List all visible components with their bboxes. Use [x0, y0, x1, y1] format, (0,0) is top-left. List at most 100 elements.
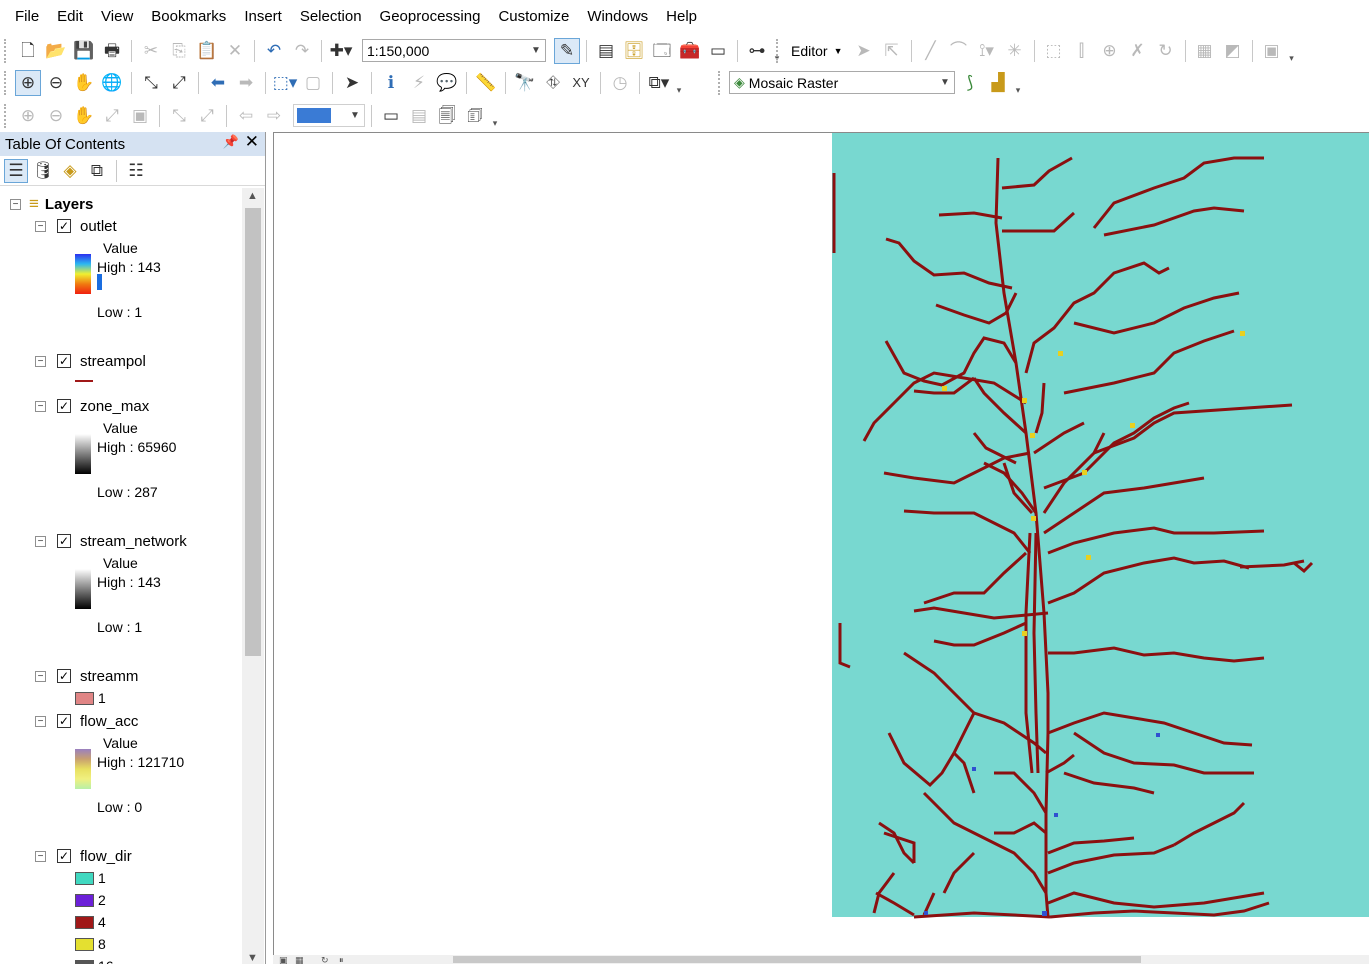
rotate-icon[interactable]: ↻ — [1153, 38, 1179, 64]
toc-vertical-scrollbar[interactable]: ▲ ▼ — [242, 188, 264, 964]
clear-selection-icon[interactable]: ▢ — [300, 70, 326, 96]
collapse-icon[interactable]: − — [35, 670, 46, 682]
reshape-icon[interactable]: ⫿ — [1069, 38, 1095, 64]
collapse-icon[interactable]: − — [35, 220, 46, 232]
layout-zoom-in-icon[interactable]: ⊕ — [15, 103, 41, 129]
paste-icon[interactable]: 📋 — [194, 38, 220, 64]
toolbar-grip[interactable] — [718, 70, 724, 95]
scroll-up-icon[interactable]: ▲ — [247, 190, 258, 202]
toolbar-overflow-icon[interactable]: ▾ — [490, 103, 500, 129]
delete-icon[interactable]: ✕ — [222, 38, 248, 64]
scroll-down-icon[interactable]: ▼ — [247, 952, 258, 964]
time-slider-icon[interactable]: ◷ — [607, 70, 633, 96]
undo-icon[interactable]: ↶ — [261, 38, 287, 64]
visibility-checkbox[interactable]: ✓ — [57, 219, 71, 233]
layer-flow-dir[interactable]: − ✓ flow_dir — [35, 846, 132, 866]
scroll-thumb[interactable] — [245, 208, 261, 656]
menu-file[interactable]: File — [6, 0, 48, 34]
attributes-icon[interactable]: ▦ — [1192, 38, 1218, 64]
map-horizontal-scrollbar[interactable]: ▣ ▦ ↻ ⏸ — [273, 955, 1369, 964]
new-document-icon[interactable]: 🗋 — [15, 38, 41, 64]
toolbar-grip[interactable] — [4, 38, 10, 63]
menu-help[interactable]: Help — [657, 0, 706, 34]
python-window-icon[interactable]: ▭ — [705, 38, 731, 64]
split-icon[interactable]: ✗ — [1125, 38, 1151, 64]
list-by-drawing-order-icon[interactable]: ☰ — [4, 158, 28, 183]
layers-root[interactable]: − ≡ Layers — [10, 194, 93, 214]
redo-icon[interactable]: ↷ — [289, 38, 315, 64]
full-extent-icon[interactable]: 🌐 — [99, 70, 125, 96]
toolbar-overflow-icon[interactable]: ▾ — [1287, 38, 1297, 64]
find-route-icon[interactable]: ⛗ — [540, 70, 566, 96]
save-icon[interactable]: 💾 — [71, 38, 97, 64]
visibility-checkbox[interactable]: ✓ — [57, 534, 71, 548]
edit-tool-icon[interactable]: ➤ — [851, 38, 877, 64]
create-features-icon[interactable]: ▣ — [1259, 38, 1285, 64]
zoom-whole-page-icon[interactable]: ⤢ — [99, 103, 125, 129]
visibility-checkbox[interactable]: ✓ — [57, 849, 71, 863]
modelbuilder-icon[interactable]: ⊶ — [744, 38, 770, 64]
layout-forward-icon[interactable]: ⇨ — [261, 103, 287, 129]
editor-toolbar-toggle-icon[interactable]: ✎ — [554, 37, 580, 64]
go-forward-icon[interactable]: ➡ — [233, 70, 259, 96]
create-viewer-window-icon[interactable]: ⧉▾ — [646, 70, 672, 96]
collapse-icon[interactable]: − — [35, 355, 46, 367]
select-elements-icon[interactable]: ➤ — [339, 70, 365, 96]
layout-fixed-zoom-out-icon[interactable]: ⤢ — [194, 103, 220, 129]
zoom-in-icon[interactable]: ⊕ — [15, 69, 41, 96]
open-folder-icon[interactable]: 📂 — [43, 38, 69, 64]
fixed-zoom-out-icon[interactable]: ⤢ — [166, 70, 192, 96]
layout-back-icon[interactable]: ⇦ — [233, 103, 259, 129]
straight-segment-icon[interactable]: ╱ — [918, 38, 944, 64]
measure-icon[interactable]: 📏 — [473, 70, 499, 96]
data-driven-pages-icon[interactable]: 🗊 — [462, 103, 488, 129]
menu-selection[interactable]: Selection — [291, 0, 371, 34]
target-layer-combo[interactable]: ◈ Mosaic Raster ▼ — [729, 71, 955, 94]
chevron-down-icon[interactable]: ▼ — [527, 40, 545, 61]
layout-zoom-out-icon[interactable]: ⊖ — [43, 103, 69, 129]
visibility-checkbox[interactable]: ✓ — [57, 669, 71, 683]
refresh-icon[interactable]: ↻ — [321, 955, 329, 964]
vertex-icon[interactable]: ✳ — [1002, 38, 1028, 64]
menu-insert[interactable]: Insert — [235, 0, 291, 34]
edit-annotation-icon[interactable]: ⇱ — [879, 38, 905, 64]
change-layout-icon[interactable]: 🗐 — [434, 103, 460, 129]
collapse-icon[interactable]: − — [10, 198, 21, 210]
collapse-icon[interactable]: − — [35, 715, 46, 727]
toolbar-grip[interactable] — [4, 103, 10, 128]
fixed-zoom-in-icon[interactable]: ⤡ — [138, 70, 164, 96]
collapse-icon[interactable]: − — [35, 850, 46, 862]
point-tool-icon[interactable]: ⟟▾ — [974, 38, 1000, 64]
scroll-thumb[interactable] — [453, 956, 1141, 963]
copy-icon[interactable]: ⎘ — [166, 38, 192, 64]
find-icon[interactable]: 🔭 — [512, 70, 538, 96]
go-back-icon[interactable]: ⬅ — [205, 70, 231, 96]
layer-streampol[interactable]: − ✓ streampol — [35, 351, 146, 371]
menu-bookmarks[interactable]: Bookmarks — [142, 0, 235, 34]
footprint-icon[interactable]: ⟆ — [957, 70, 983, 96]
map-canvas[interactable] — [274, 133, 1369, 959]
chevron-down-icon[interactable]: ▼ — [936, 72, 954, 93]
pan-icon[interactable]: ✋ — [71, 70, 97, 96]
menu-view[interactable]: View — [92, 0, 142, 34]
list-by-selection-icon[interactable]: ⧉ — [85, 159, 109, 183]
hyperlink-icon[interactable]: ⚡ — [406, 70, 432, 96]
chevron-down-icon[interactable]: ▼ — [834, 46, 843, 56]
layer-stream-network[interactable]: − ✓ stream_network — [35, 531, 187, 551]
toolbar-overflow-icon[interactable]: ▾ — [674, 70, 684, 96]
map-scale-combo[interactable]: 1:150,000 ▼ — [362, 39, 546, 62]
toolbar-grip[interactable] — [4, 70, 10, 95]
identify-icon[interactable]: ℹ — [378, 70, 404, 96]
collapse-icon[interactable]: − — [35, 400, 46, 412]
edit-vertices-icon[interactable]: ⬚ — [1041, 38, 1067, 64]
layer-zone-max[interactable]: − ✓ zone_max — [35, 396, 149, 416]
toolbar-grip[interactable] — [776, 38, 782, 63]
html-popup-icon[interactable]: 💬 — [434, 70, 460, 96]
zoom-out-icon[interactable]: ⊖ — [43, 70, 69, 96]
pause-drawing-icon[interactable]: ⏸ — [339, 955, 344, 964]
sketch-properties-icon[interactable]: ◩ — [1220, 38, 1246, 64]
data-view-icon[interactable]: ▦ — [295, 955, 304, 964]
layout-zoom-combo[interactable]: ▼ — [293, 104, 365, 127]
options-icon[interactable]: ☷ — [124, 159, 148, 183]
editor-menu-button[interactable]: Editor — [787, 43, 832, 59]
